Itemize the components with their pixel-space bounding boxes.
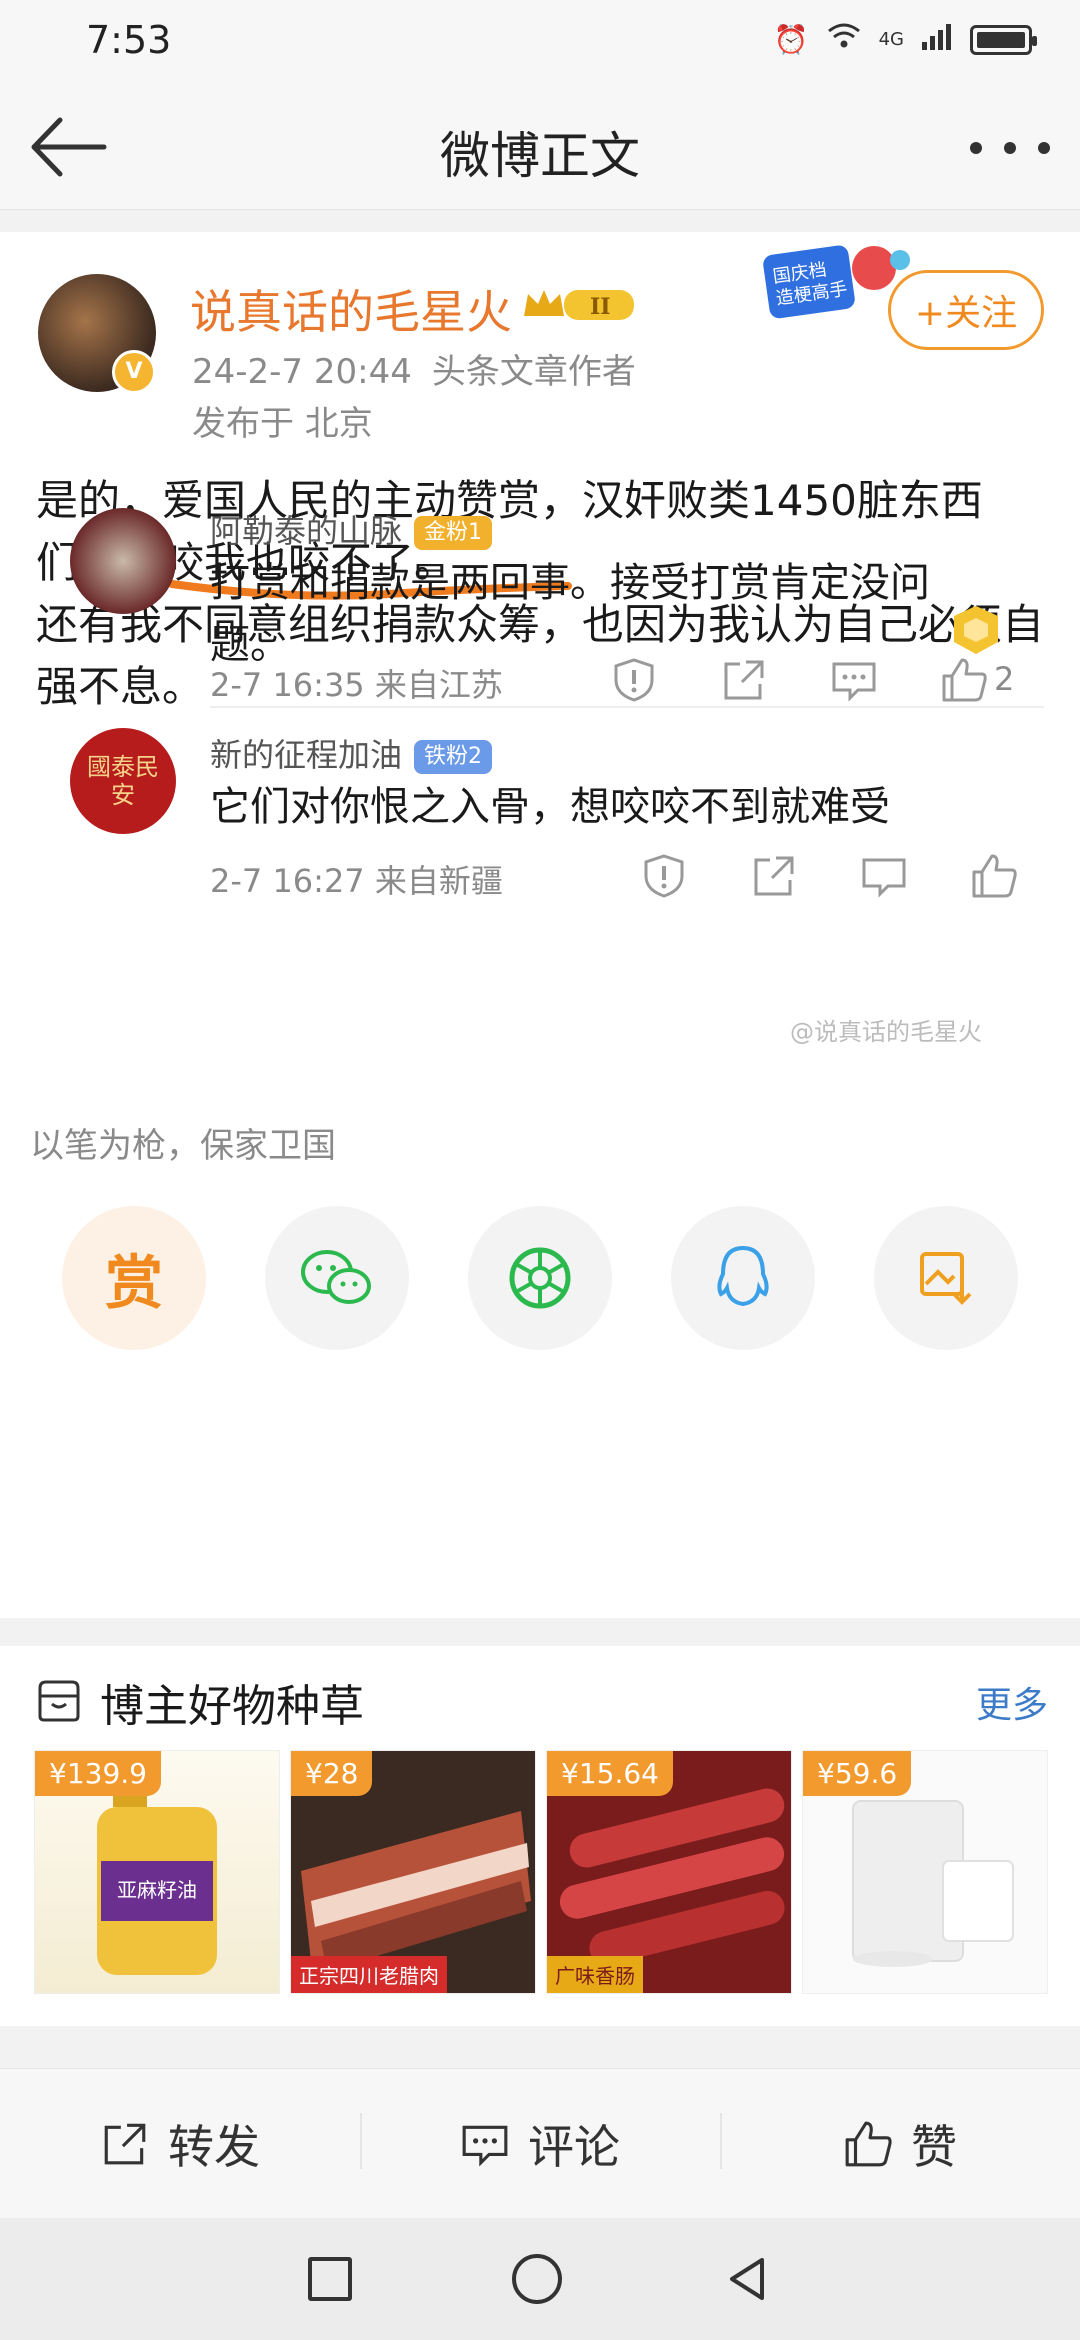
comment-icon[interactable]	[830, 656, 878, 704]
save-image-icon	[920, 1252, 972, 1305]
repost-icon	[104, 2123, 146, 2164]
watermark: @说真话的毛星火	[790, 1018, 982, 1046]
repost-label: 转发	[168, 2119, 260, 2174]
comment-avatar[interactable]: 國泰民安	[70, 728, 176, 834]
comment-user[interactable]: 新的征程加油 铁粉2	[210, 730, 493, 776]
post-location: 发布于 北京	[192, 404, 373, 444]
moments-icon	[509, 1247, 571, 1309]
goods-item[interactable]: ¥139.9 亚麻籽油	[34, 1750, 280, 1994]
system-nav-bar	[0, 2218, 1080, 2340]
comment-time: 2-7 16:35 来自江苏	[210, 666, 503, 704]
home-button[interactable]	[512, 2254, 562, 2304]
goods-title: 博主好物种草	[100, 1681, 364, 1732]
comment-icon	[462, 2125, 508, 2167]
alarm-icon: ⏰	[773, 23, 809, 56]
wifi-icon	[827, 22, 861, 57]
shop-icon	[38, 1680, 80, 1722]
reward-label: 赏	[104, 1249, 163, 1317]
comment-username[interactable]: 新的征程加油	[210, 736, 402, 774]
comment-label: 评论	[528, 2119, 620, 2174]
report-icon[interactable]	[640, 852, 688, 900]
svg-text:亚麻籽油: 亚麻籽油	[117, 1878, 197, 1902]
comment-icon[interactable]	[860, 852, 908, 900]
comment-user[interactable]: 阿勒泰的山脉 金粉1	[210, 506, 493, 552]
goods-item[interactable]: ¥15.64 广味香肠	[546, 1750, 792, 1994]
author-name[interactable]: 说真话的毛星火	[190, 276, 512, 342]
goods-item[interactable]: ¥28 正宗四川老腊肉	[290, 1750, 536, 1994]
goods-item[interactable]: ¥59.6	[802, 1750, 1048, 1994]
system-back-button[interactable]	[722, 2254, 772, 2304]
more-dot-icon	[970, 142, 982, 154]
nav-bar: 微博正文	[0, 82, 1080, 210]
comment-footer: 2-7 16:35 来自江苏 2	[210, 650, 1040, 710]
more-options-button[interactable]	[970, 118, 1050, 178]
page-title: 微博正文	[440, 127, 640, 185]
like-count: 2	[994, 660, 1015, 698]
like-action[interactable]: 赞	[720, 2069, 1080, 2218]
network-label: 4G	[878, 29, 904, 50]
share-wechat-button[interactable]	[265, 1206, 409, 1350]
price-tag: ¥28	[291, 1751, 373, 1796]
status-icons: ⏰ 4G	[773, 22, 1037, 57]
comment-avatar[interactable]	[70, 508, 176, 614]
level-badge: II	[590, 294, 611, 320]
post-card: V 说真话的毛星火 II 24-2-7 20:44 头条文章作者 发布于 北京 国…	[0, 232, 1080, 1618]
goods-list: ¥139.9 亚麻籽油 ¥28 正宗四川老腊肉 ¥15.64 广味香肠 ¥59.…	[34, 1750, 1048, 1994]
verified-badge-icon: V	[112, 350, 156, 394]
like-label: 赞	[911, 2119, 957, 2174]
post-date: 24-2-7 20:44	[192, 352, 412, 392]
comment-text: 它们对你恨之入骨，想咬咬不到就难受	[210, 784, 890, 830]
recent-apps-button[interactable]	[308, 2257, 352, 2301]
report-icon[interactable]	[610, 656, 658, 704]
item-caption: 正宗四川老腊肉	[291, 1956, 447, 1993]
fan-badge: 铁粉2	[414, 740, 493, 774]
price-tag: ¥59.6	[803, 1751, 912, 1796]
share-row: 赏	[62, 1206, 1018, 1350]
price-tag: ¥139.9	[35, 1751, 161, 1796]
qq-icon	[717, 1245, 769, 1307]
price-tag: ¥15.64	[547, 1751, 673, 1796]
comment-divider	[210, 706, 1044, 708]
save-image-button[interactable]	[874, 1206, 1018, 1350]
crown-level-icon: II	[524, 290, 634, 320]
share-qq-button[interactable]	[671, 1206, 815, 1350]
like-icon[interactable]	[970, 852, 1018, 900]
reward-button[interactable]: 赏	[62, 1206, 206, 1350]
follow-button[interactable]: +关注	[888, 270, 1044, 350]
status-time: 7:53	[86, 18, 172, 62]
comment-action[interactable]: 评论	[360, 2069, 720, 2218]
signal-icon	[922, 22, 952, 57]
repost-icon[interactable]	[720, 656, 768, 704]
comment-username[interactable]: 阿勒泰的山脉	[210, 512, 402, 550]
bottom-action-bar: 转发 评论 赞	[0, 2068, 1080, 2218]
goods-section: 博主好物种草 更多 ¥139.9 亚麻籽油 ¥28 正宗四川老腊肉 ¥15.64	[0, 1646, 1080, 2026]
repost-icon[interactable]	[750, 852, 798, 900]
goods-more-link[interactable]: 更多	[976, 1676, 1048, 1728]
status-bar: 7:53 ⏰ 4G	[0, 0, 1080, 82]
comment-time: 2-7 16:27 来自新疆	[210, 862, 503, 900]
fan-badge: 金粉1	[414, 516, 493, 550]
post-meta: 24-2-7 20:44 头条文章作者	[192, 344, 636, 393]
comment-footer: 2-7 16:27 来自新疆	[210, 846, 1040, 906]
wechat-icon	[301, 1250, 371, 1304]
item-caption: 广味香肠	[547, 1956, 643, 1993]
repost-action[interactable]: 转发	[0, 2069, 360, 2218]
like-icon	[845, 2121, 892, 2166]
battery-icon	[970, 24, 1037, 55]
author-tag: 头条文章作者	[431, 352, 636, 392]
share-moments-button[interactable]	[468, 1206, 612, 1350]
reward-caption: 以笔为枪，保家卫国	[30, 1126, 336, 1166]
like-icon[interactable]	[940, 656, 988, 704]
